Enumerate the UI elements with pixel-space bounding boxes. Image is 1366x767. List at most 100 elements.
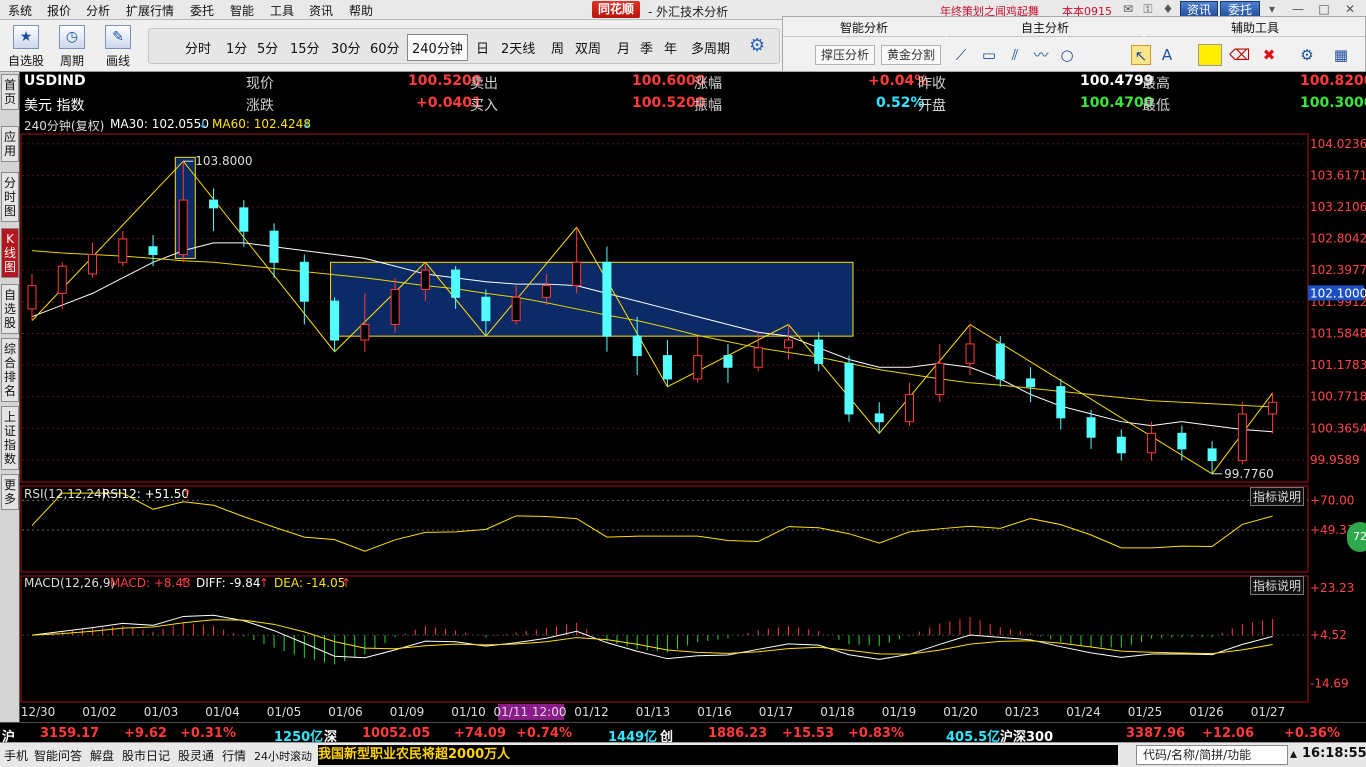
status-bar: 手机 智能问答 解盘 股市日记 股灵通 行情 24小时滚动 我国新型职业农民将超… xyxy=(0,742,1366,767)
settings-icon[interactable]: ⚙ xyxy=(1297,45,1317,65)
status-qa[interactable]: 智能问答 xyxy=(34,747,82,764)
news-scroller[interactable]: 我国新型职业农民将超2000万人 xyxy=(318,745,1118,765)
period-5m[interactable]: 5分 xyxy=(257,38,278,57)
maximize-icon[interactable]: □ xyxy=(1316,2,1332,17)
tab-home[interactable]: 首页 xyxy=(1,74,19,110)
dropdown-icon[interactable]: ▾ xyxy=(1264,2,1280,17)
skin-icon[interactable]: ♦ xyxy=(1160,2,1176,17)
menu-system[interactable]: 系统 xyxy=(8,2,32,19)
tab-ranking[interactable]: 综合排名 xyxy=(1,338,19,402)
lock-icon[interactable]: ⚿ xyxy=(1140,2,1156,17)
x-tick-label: 01/23 xyxy=(1005,705,1040,719)
macd-arrow-icon: ↑ xyxy=(179,576,190,590)
menu-analysis[interactable]: 分析 xyxy=(86,2,110,19)
y-tick-label: 100.7718 xyxy=(1310,390,1366,404)
menu-quote[interactable]: 报价 xyxy=(47,2,71,19)
hs-index[interactable]: 3387.96 xyxy=(1126,726,1185,741)
rsi-help-button[interactable]: 指标说明 xyxy=(1250,487,1305,506)
tab-kline[interactable]: K线图 xyxy=(1,228,19,278)
candle-body xyxy=(269,230,279,263)
status-jiepan[interactable]: 解盘 xyxy=(90,747,114,764)
candle-body xyxy=(874,413,884,423)
status-glt[interactable]: 股灵通 xyxy=(178,747,214,764)
y-tick-label: 104.0236 xyxy=(1310,137,1366,151)
smart-analysis-tab[interactable]: 智能分析 xyxy=(783,19,945,37)
menu-trade[interactable]: 委托 xyxy=(190,2,214,19)
menu-smart[interactable]: 智能 xyxy=(230,2,254,19)
tab-apps[interactable]: 应用 xyxy=(1,126,19,162)
tab-sh-index[interactable]: 上证指数 xyxy=(1,406,19,470)
tab-more[interactable]: 更多 xyxy=(1,474,19,510)
candle-body xyxy=(511,296,521,322)
cy-pct: +0.83% xyxy=(848,726,904,741)
menu-help[interactable]: 帮助 xyxy=(349,2,373,19)
period-week[interactable]: 周 xyxy=(551,38,564,57)
period-year[interactable]: 年 xyxy=(664,38,677,57)
period-2week[interactable]: 双周 xyxy=(575,38,601,57)
circle-tool-icon[interactable]: ○ xyxy=(1057,45,1077,65)
menu-info[interactable]: 资讯 xyxy=(309,2,333,19)
golden-section-button[interactable]: 黄金分割 xyxy=(881,45,941,65)
period-multi[interactable]: 多周期 xyxy=(691,38,730,57)
line-tool-icon[interactable]: ⟋ xyxy=(951,45,971,65)
candle-body xyxy=(541,285,551,298)
pressure-analysis-button[interactable]: 撑压分析 xyxy=(815,45,875,65)
cy-change: +15.53 xyxy=(782,726,835,741)
candle-body xyxy=(1268,401,1278,415)
draw-line-button[interactable]: ✎ 画线 xyxy=(98,24,138,70)
period-day[interactable]: 日 xyxy=(476,38,489,57)
period-60m[interactable]: 60分 xyxy=(370,38,400,57)
cursor-icon[interactable]: ↖ xyxy=(1131,45,1151,65)
eraser-icon[interactable]: ⌫ xyxy=(1229,45,1250,65)
period-tick[interactable]: 分时 xyxy=(185,38,211,57)
tab-self-select[interactable]: 自选股 xyxy=(1,284,19,334)
search-input[interactable]: 代码/名称/简拼/功能 xyxy=(1136,745,1288,765)
rect-tool-icon[interactable]: ▭ xyxy=(979,45,999,65)
rsi-header: RSI(12,12,24) xyxy=(24,487,107,501)
delete-icon[interactable]: ✖ xyxy=(1259,45,1279,65)
status-mobile[interactable]: 手机 xyxy=(4,747,28,764)
gear-icon[interactable]: ⚙ xyxy=(749,35,765,56)
candle-body xyxy=(1177,432,1187,450)
period-month[interactable]: 月 xyxy=(617,38,630,57)
tab-timeshare[interactable]: 分时图 xyxy=(1,172,19,222)
period-15m[interactable]: 15分 xyxy=(290,38,320,57)
period-240m[interactable]: 240分钟 xyxy=(407,34,468,61)
max-annotation: 103.8000 xyxy=(195,154,252,168)
macd-panel-frame xyxy=(20,575,1309,703)
color-swatch[interactable] xyxy=(1198,44,1222,66)
aux-tools-tab[interactable]: 辅助工具 xyxy=(1145,19,1365,37)
clock-icon: ◷ xyxy=(59,25,85,49)
wechat-icon[interactable]: ✉ xyxy=(1120,2,1136,17)
period-30m[interactable]: 30分 xyxy=(331,38,361,57)
rsi-badge[interactable]: 72 xyxy=(1347,522,1366,552)
status-24h[interactable]: 24小时滚动 xyxy=(254,748,312,764)
sz-index[interactable]: 10052.05 xyxy=(362,726,430,741)
candle-body xyxy=(330,300,340,341)
macd-help-button[interactable]: 指标说明 xyxy=(1250,576,1305,595)
search-arrow-icon[interactable]: ▴ xyxy=(1290,746,1297,762)
self-analysis-tab[interactable]: 自主分析 xyxy=(947,19,1143,37)
cycle-button[interactable]: ◷ 周期 xyxy=(52,24,92,70)
polyline-tool-icon[interactable]: 〰 xyxy=(1031,45,1051,65)
sh-index[interactable]: 3159.17 xyxy=(40,726,99,741)
status-diary[interactable]: 股市日记 xyxy=(122,747,170,764)
cy-index[interactable]: 1886.23 xyxy=(708,726,767,741)
self-select-button[interactable]: ★ 自选股 xyxy=(6,24,46,70)
minimize-icon[interactable]: — xyxy=(1290,2,1306,17)
period-quarter[interactable]: 季 xyxy=(640,38,653,57)
kline-chart[interactable]: 104.0236 103.6171 103.2106 102.8042 102.3977… xyxy=(20,120,1366,722)
close-icon[interactable]: ✕ xyxy=(1342,2,1358,17)
y-tick-label: 102.8042 xyxy=(1310,232,1366,246)
current-label: 现价 xyxy=(246,76,274,92)
candle-body xyxy=(1056,386,1066,419)
text-tool-icon[interactable]: A xyxy=(1157,45,1177,65)
period-1m[interactable]: 1分 xyxy=(226,38,247,57)
menu-tools[interactable]: 工具 xyxy=(270,2,294,19)
menu-extended[interactable]: 扩展行情 xyxy=(126,2,174,19)
period-2day[interactable]: 2天线 xyxy=(501,38,535,57)
status-market[interactable]: 行情 xyxy=(222,747,246,764)
y-tick-label: 100.3654 xyxy=(1310,421,1366,435)
grid-icon[interactable]: ▦ xyxy=(1331,45,1351,65)
parallel-tool-icon[interactable]: ⫽ xyxy=(1005,45,1025,65)
